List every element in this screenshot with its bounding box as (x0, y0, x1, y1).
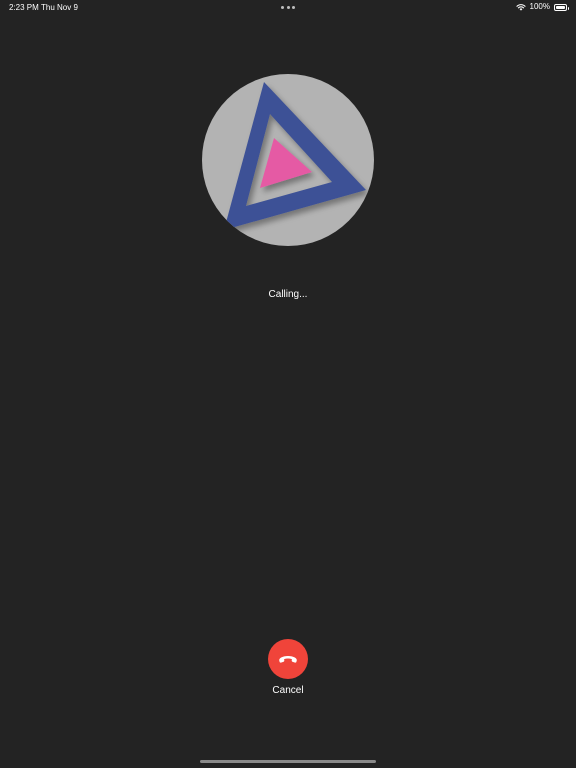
home-indicator[interactable] (200, 760, 376, 763)
status-indicators: 100% (515, 2, 569, 12)
app-logo-triangle-icon (224, 82, 366, 230)
multitasking-dots-icon[interactable] (281, 5, 295, 9)
caller-avatar (202, 74, 374, 246)
end-call-button[interactable] (268, 639, 308, 679)
cancel-label: Cancel (272, 685, 304, 696)
status-time: 2:23 PM (9, 3, 39, 12)
phone-hangup-icon (279, 656, 297, 663)
wifi-icon (515, 3, 526, 11)
battery-percentage: 100% (529, 2, 550, 11)
call-status-text: Calling... (268, 289, 308, 300)
status-date: Thu Nov 9 (41, 3, 78, 12)
battery-icon (554, 3, 569, 11)
status-bar: 2:23 PM Thu Nov 9 100% (0, 0, 576, 14)
